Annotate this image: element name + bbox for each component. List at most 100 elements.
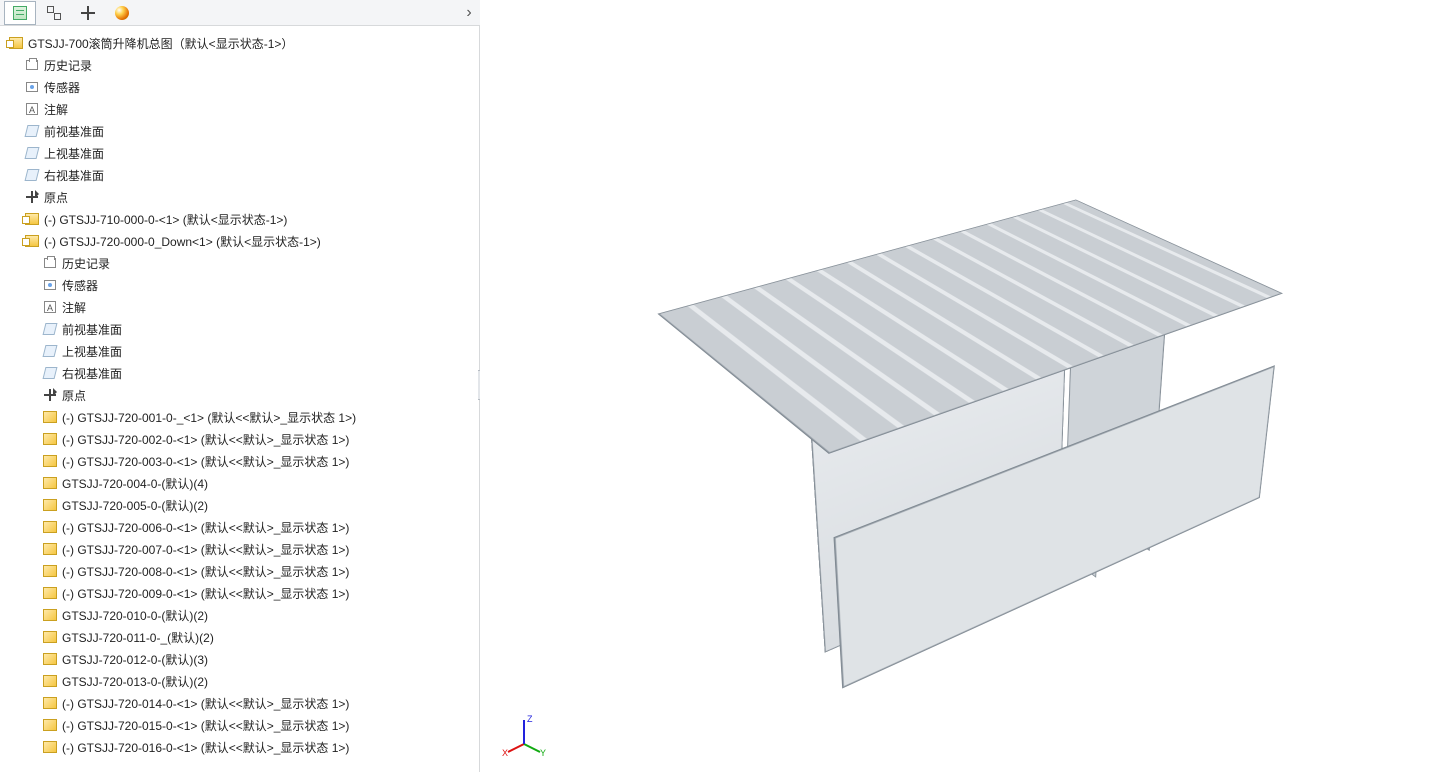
part-icon — [42, 409, 58, 425]
tree-sub2-sensors-label: 传感器 — [62, 277, 98, 294]
tree-sensors[interactable]: 传感器 — [2, 76, 479, 98]
manager-tab-bar: › — [0, 0, 480, 26]
part-icon — [42, 563, 58, 579]
tab-feature-manager[interactable] — [4, 1, 36, 25]
tree-root[interactable]: GTSJJ-700滚筒升降机总图（默认<显示状态-1>） — [2, 32, 479, 54]
tree-subasm-720[interactable]: (-) GTSJJ-720-000-0_Down<1> (默认<显示状态-1>) — [2, 230, 479, 252]
tree-part[interactable]: GTSJJ-720-012-0-(默认)(3) — [2, 648, 479, 670]
tree-part[interactable]: GTSJJ-720-011-0-_(默认)(2) — [2, 626, 479, 648]
sensors-icon — [42, 277, 58, 293]
annotations-icon — [42, 299, 58, 315]
tree-sub2-front-plane-label: 前视基准面 — [62, 321, 122, 338]
part-icon — [42, 497, 58, 513]
tree-part-label: (-) GTSJJ-720-014-0-<1> (默认<<默认>_显示状态 1>… — [62, 695, 349, 712]
tree-sub2-front-plane[interactable]: 前视基准面 — [2, 318, 479, 340]
plane-icon — [24, 123, 40, 139]
tab-property-manager[interactable] — [38, 1, 70, 25]
tree-part-label: (-) GTSJJ-720-009-0-<1> (默认<<默认>_显示状态 1>… — [62, 585, 349, 602]
tree-sub2-sensors[interactable]: 传感器 — [2, 274, 479, 296]
tree-part[interactable]: (-) GTSJJ-720-008-0-<1> (默认<<默认>_显示状态 1>… — [2, 560, 479, 582]
tree-part[interactable]: (-) GTSJJ-720-002-0-<1> (默认<<默认>_显示状态 1>… — [2, 428, 479, 450]
tree-part-label: GTSJJ-720-005-0-(默认)(2) — [62, 497, 208, 514]
triad-z-label: Z — [527, 714, 533, 724]
part-icon — [42, 629, 58, 645]
annotations-icon — [24, 101, 40, 117]
tree-subasm-710[interactable]: (-) GTSJJ-710-000-0-<1> (默认<显示状态-1>) — [2, 208, 479, 230]
tree-top-plane-label: 上视基准面 — [44, 145, 104, 162]
tab-appearances[interactable] — [106, 1, 138, 25]
tree-icon — [13, 6, 27, 20]
feature-manager-panel[interactable]: GTSJJ-700滚筒升降机总图（默认<显示状态-1>） 历史记录 传感器 注解… — [0, 26, 480, 772]
sphere-icon — [115, 6, 129, 20]
subassembly-icon — [24, 233, 40, 249]
tree-part-label: (-) GTSJJ-720-007-0-<1> (默认<<默认>_显示状态 1>… — [62, 541, 349, 558]
tree-subasm-710-label: (-) GTSJJ-710-000-0-<1> (默认<显示状态-1>) — [44, 211, 287, 228]
sensors-icon — [24, 79, 40, 95]
orientation-triad[interactable]: X Y Z — [502, 714, 546, 758]
triad-y-label: Y — [540, 748, 546, 758]
tab-configuration-manager[interactable] — [72, 1, 104, 25]
tree-history[interactable]: 历史记录 — [2, 54, 479, 76]
tree-top-plane[interactable]: 上视基准面 — [2, 142, 479, 164]
part-icon — [42, 673, 58, 689]
tree-sub2-annotations[interactable]: 注解 — [2, 296, 479, 318]
tree-part[interactable]: GTSJJ-720-013-0-(默认)(2) — [2, 670, 479, 692]
tree-sub2-right-plane-label: 右视基准面 — [62, 365, 122, 382]
subassembly-icon — [24, 211, 40, 227]
tree-right-plane-label: 右视基准面 — [44, 167, 104, 184]
part-icon — [42, 475, 58, 491]
tree-part[interactable]: (-) GTSJJ-720-001-0-_<1> (默认<<默认>_显示状态 1… — [2, 406, 479, 428]
tree-front-plane-label: 前视基准面 — [44, 123, 104, 140]
tree-part-label: (-) GTSJJ-720-002-0-<1> (默认<<默认>_显示状态 1>… — [62, 431, 349, 448]
part-icon — [42, 607, 58, 623]
tree-sub2-top-plane-label: 上视基准面 — [62, 343, 122, 360]
tree-sub2-right-plane[interactable]: 右视基准面 — [2, 362, 479, 384]
tree-part[interactable]: (-) GTSJJ-720-006-0-<1> (默认<<默认>_显示状态 1>… — [2, 516, 479, 538]
tree-part[interactable]: GTSJJ-720-010-0-(默认)(2) — [2, 604, 479, 626]
plane-icon — [24, 145, 40, 161]
tree-part[interactable]: (-) GTSJJ-720-014-0-<1> (默认<<默认>_显示状态 1>… — [2, 692, 479, 714]
tree-front-plane[interactable]: 前视基准面 — [2, 120, 479, 142]
tree-part-label: GTSJJ-720-004-0-(默认)(4) — [62, 475, 208, 492]
tree-part-label: (-) GTSJJ-720-001-0-_<1> (默认<<默认>_显示状态 1… — [62, 409, 356, 426]
plane-icon — [42, 343, 58, 359]
tree-part[interactable]: GTSJJ-720-005-0-(默认)(2) — [2, 494, 479, 516]
tree-part[interactable]: (-) GTSJJ-720-007-0-<1> (默认<<默认>_显示状态 1>… — [2, 538, 479, 560]
tree-sub2-origin-label: 原点 — [62, 387, 86, 404]
tree-part[interactable]: (-) GTSJJ-720-016-0-<1> (默认<<默认>_显示状态 1>… — [2, 736, 479, 758]
tree-right-plane[interactable]: 右视基准面 — [2, 164, 479, 186]
root-assembly-icon — [8, 35, 24, 51]
tree-part-label: (-) GTSJJ-720-003-0-<1> (默认<<默认>_显示状态 1>… — [62, 453, 349, 470]
triad-x-label: X — [502, 748, 508, 758]
graphics-viewport[interactable]: X Y Z — [480, 0, 1430, 772]
tree-history-label: 历史记录 — [44, 57, 92, 74]
part-icon — [42, 541, 58, 557]
tree-sub2-history[interactable]: 历史记录 — [2, 252, 479, 274]
part-icon — [42, 717, 58, 733]
feature-tree: GTSJJ-700滚筒升降机总图（默认<显示状态-1>） 历史记录 传感器 注解… — [0, 26, 479, 770]
tree-part-label: GTSJJ-720-010-0-(默认)(2) — [62, 607, 208, 624]
tree-part-label: (-) GTSJJ-720-006-0-<1> (默认<<默认>_显示状态 1>… — [62, 519, 349, 536]
tree-subasm-720-label: (-) GTSJJ-720-000-0_Down<1> (默认<显示状态-1>) — [44, 233, 321, 250]
tree-sub2-origin[interactable]: 原点 — [2, 384, 479, 406]
origin-icon — [24, 189, 40, 205]
part-icon — [42, 651, 58, 667]
part-icon — [42, 519, 58, 535]
plane-icon — [42, 321, 58, 337]
tree-part[interactable]: GTSJJ-720-004-0-(默认)(4) — [2, 472, 479, 494]
plane-icon — [42, 365, 58, 381]
folder-icon — [42, 255, 58, 271]
part-icon — [42, 585, 58, 601]
part-icon — [42, 431, 58, 447]
toolbar-overflow[interactable]: › — [458, 4, 480, 22]
part-icon — [42, 453, 58, 469]
tree-origin[interactable]: 原点 — [2, 186, 479, 208]
tree-part[interactable]: (-) GTSJJ-720-015-0-<1> (默认<<默认>_显示状态 1>… — [2, 714, 479, 736]
tree-part-label: GTSJJ-720-012-0-(默认)(3) — [62, 651, 208, 668]
tree-annotations[interactable]: 注解 — [2, 98, 479, 120]
tree-part[interactable]: (-) GTSJJ-720-009-0-<1> (默认<<默认>_显示状态 1>… — [2, 582, 479, 604]
tree-part-label: GTSJJ-720-011-0-_(默认)(2) — [62, 629, 214, 646]
part-icon — [42, 739, 58, 755]
tree-part[interactable]: (-) GTSJJ-720-003-0-<1> (默认<<默认>_显示状态 1>… — [2, 450, 479, 472]
tree-sub2-top-plane[interactable]: 上视基准面 — [2, 340, 479, 362]
